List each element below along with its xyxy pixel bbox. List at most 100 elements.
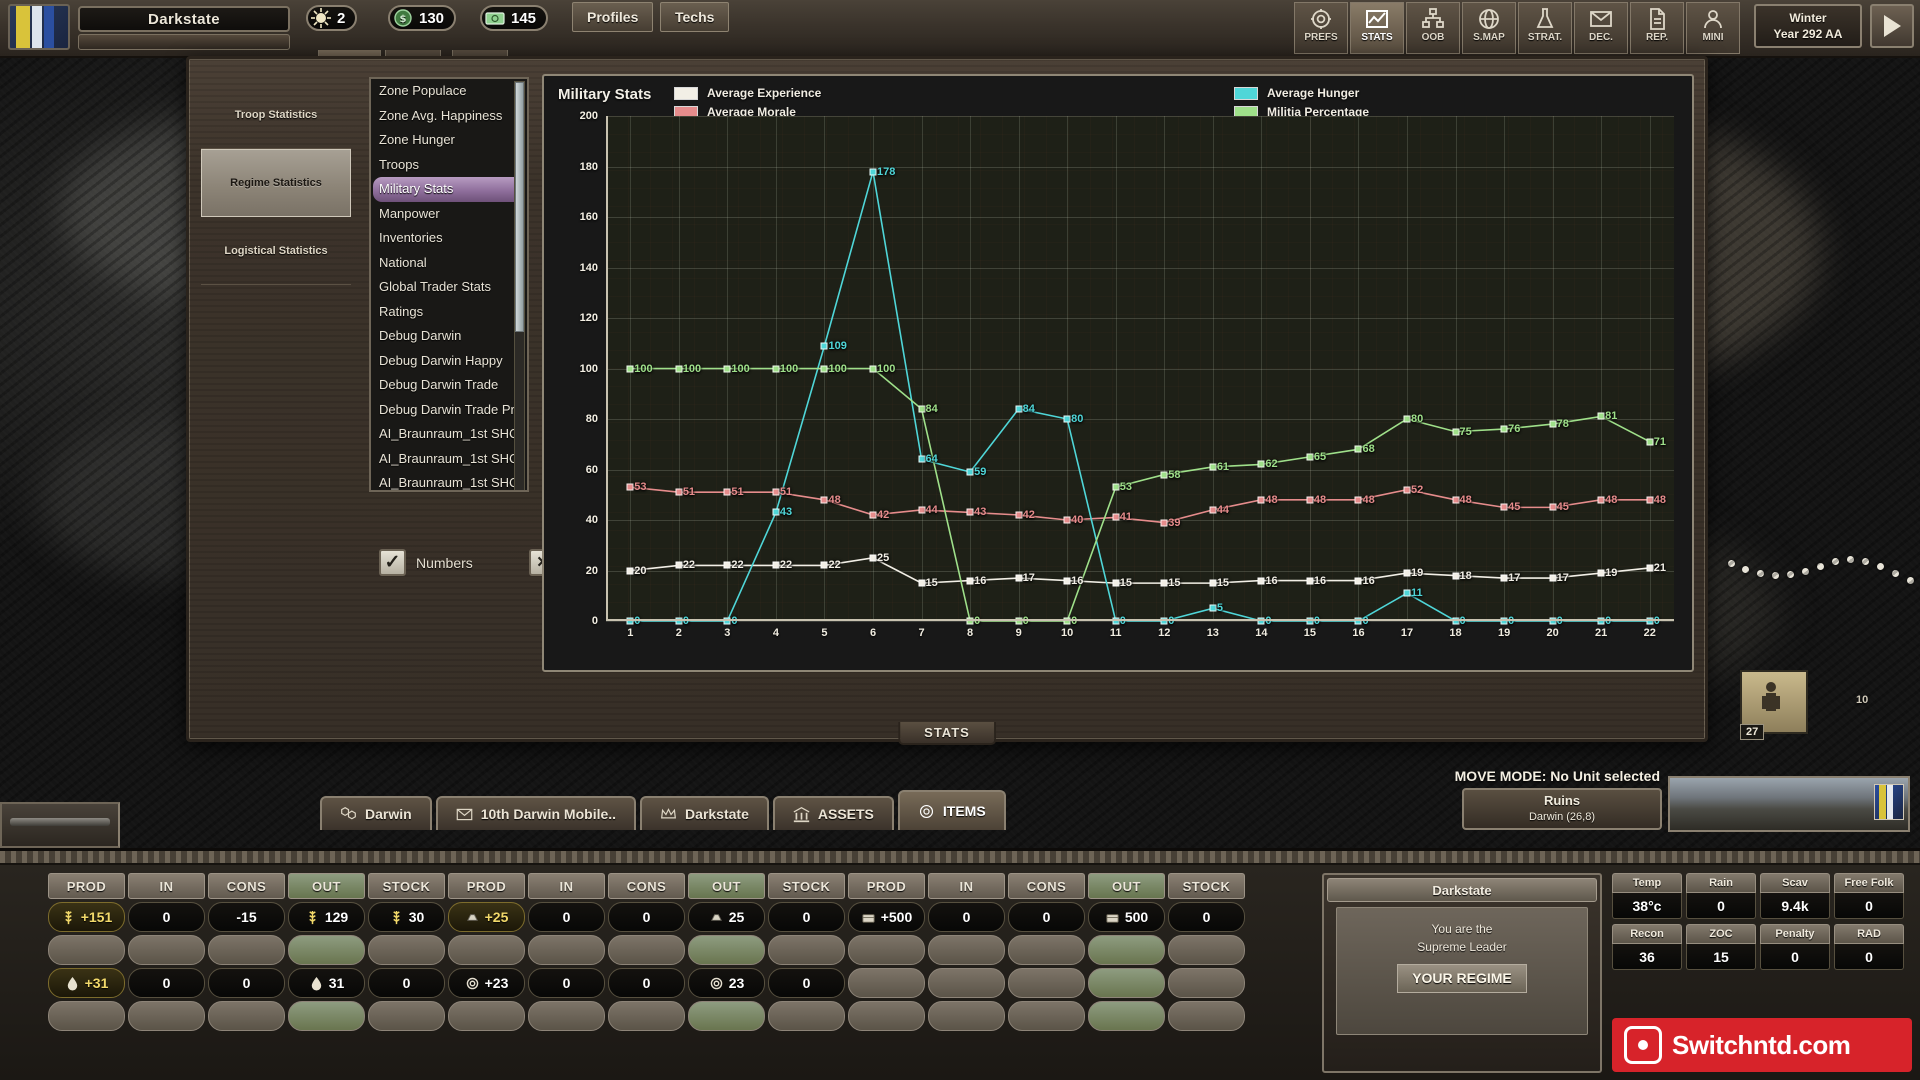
resource-money[interactable]: 145 bbox=[480, 5, 549, 31]
resource-cell[interactable] bbox=[48, 1001, 125, 1031]
resource-cell[interactable] bbox=[848, 935, 925, 965]
chart-panel[interactable]: Military Stats Average Experience Averag… bbox=[542, 74, 1694, 672]
resource-cell[interactable]: 129 bbox=[288, 902, 365, 932]
unit-tab-darwin[interactable]: Darwin bbox=[320, 796, 432, 830]
resource-cell[interactable]: 0 bbox=[608, 902, 685, 932]
menu-techs[interactable]: Techs bbox=[660, 2, 730, 32]
resource-cell[interactable]: 0 bbox=[528, 902, 605, 932]
category-regime-statistics[interactable]: Regime Statistics bbox=[201, 149, 351, 217]
env-zoc[interactable]: ZOC 15 bbox=[1686, 924, 1756, 970]
stat-item-debug-darwin-happy[interactable]: Debug Darwin Happy bbox=[371, 349, 527, 374]
resource-cell[interactable]: 0 bbox=[528, 968, 605, 998]
resource-cell[interactable] bbox=[1168, 968, 1245, 998]
resource-cell[interactable] bbox=[768, 935, 845, 965]
stat-item-zone-avg-happiness[interactable]: Zone Avg. Happiness bbox=[371, 104, 527, 129]
resource-cell[interactable] bbox=[128, 935, 205, 965]
resource-cell[interactable] bbox=[208, 935, 285, 965]
category-troop-statistics[interactable]: Troop Statistics bbox=[201, 81, 351, 149]
resource-cell[interactable]: +31 bbox=[48, 968, 125, 998]
resource-cell[interactable] bbox=[1168, 1001, 1245, 1031]
env-scav[interactable]: Scav 9.4k bbox=[1760, 873, 1830, 919]
option-numbers[interactable]: ✓ Numbers bbox=[379, 549, 473, 576]
stat-item-ai-braunraum-1[interactable]: AI_Braunraum_1st SHQ bbox=[371, 422, 527, 447]
toolbar-button-stats[interactable]: STATS bbox=[1350, 2, 1404, 54]
selected-tile-info[interactable]: Ruins Darwin (26,8) bbox=[1462, 788, 1662, 830]
resource-cell[interactable]: 0 bbox=[768, 968, 845, 998]
unit-tab-items[interactable]: ITEMS bbox=[897, 790, 1006, 830]
legend-item-average-hunger[interactable]: Average Hunger bbox=[1234, 85, 1369, 101]
resource-cell[interactable] bbox=[848, 1001, 925, 1031]
regime-info-panel[interactable]: Darkstate You are the Supreme Leader YOU… bbox=[1322, 873, 1602, 1073]
stat-list-scrollbar[interactable] bbox=[514, 81, 525, 490]
toolbar-button-smap[interactable]: S.MAP bbox=[1462, 2, 1516, 54]
stat-list-scroll-thumb[interactable] bbox=[515, 82, 524, 332]
resource-cell[interactable]: 0 bbox=[1168, 902, 1245, 932]
resource-cell[interactable]: 23 bbox=[688, 968, 765, 998]
resource-cell[interactable]: 500 bbox=[1088, 902, 1165, 932]
category-logistical-statistics[interactable]: Logistical Statistics bbox=[201, 217, 351, 285]
resource-cell[interactable]: +151 bbox=[48, 902, 125, 932]
stat-item-zone-populace[interactable]: Zone Populace bbox=[371, 79, 527, 104]
end-turn-button[interactable] bbox=[1870, 4, 1914, 48]
resource-cell[interactable] bbox=[608, 1001, 685, 1031]
stat-item-ai-braunraum-2[interactable]: AI_Braunraum_1st SHQ bbox=[371, 447, 527, 472]
regime-flag[interactable] bbox=[8, 4, 70, 50]
resource-cell[interactable] bbox=[688, 935, 765, 965]
stat-item-ratings[interactable]: Ratings bbox=[371, 300, 527, 325]
unit-tab-10th-darwin-mobile[interactable]: 10th Darwin Mobile.. bbox=[435, 796, 637, 830]
numbers-checkbox[interactable]: ✓ bbox=[379, 549, 406, 576]
resource-cell[interactable] bbox=[48, 935, 125, 965]
toolbar-button-strat[interactable]: STRAT. bbox=[1518, 2, 1572, 54]
resource-cell[interactable] bbox=[528, 935, 605, 965]
stat-item-ai-braunraum-3[interactable]: AI_Braunraum_1st SHQ bbox=[371, 471, 527, 490]
left-equipment-panel[interactable] bbox=[0, 802, 120, 848]
menu-profiles[interactable]: Profiles bbox=[572, 2, 654, 32]
stat-item-global-trader-stats[interactable]: Global Trader Stats bbox=[371, 275, 527, 300]
resource-cell[interactable] bbox=[368, 935, 445, 965]
stat-item-debug-darwin[interactable]: Debug Darwin bbox=[371, 324, 527, 349]
unit-tab-darkstate[interactable]: Darkstate bbox=[640, 796, 769, 830]
resource-cell[interactable]: 0 bbox=[928, 902, 1005, 932]
regime-name[interactable]: Darkstate bbox=[78, 6, 290, 32]
env-penalty[interactable]: Penalty 0 bbox=[1760, 924, 1830, 970]
stat-type-list[interactable]: Zone Populace Zone Avg. Happiness Zone H… bbox=[369, 77, 529, 492]
stat-item-manpower[interactable]: Manpower bbox=[371, 202, 527, 227]
toolbar-button-rep[interactable]: REP. bbox=[1630, 2, 1684, 54]
env-recon[interactable]: Recon 36 bbox=[1612, 924, 1682, 970]
resource-cell[interactable]: 0 bbox=[768, 902, 845, 932]
resource-credits[interactable]: $ 130 bbox=[388, 5, 457, 31]
resource-cell[interactable] bbox=[928, 935, 1005, 965]
resource-cell[interactable] bbox=[928, 1001, 1005, 1031]
stat-item-inventories[interactable]: Inventories bbox=[371, 226, 527, 251]
resource-cell[interactable] bbox=[368, 1001, 445, 1031]
resource-cell[interactable] bbox=[1008, 1001, 1085, 1031]
env-rad[interactable]: RAD 0 bbox=[1834, 924, 1904, 970]
resource-cell[interactable]: -15 bbox=[208, 902, 285, 932]
resource-cell[interactable]: 0 bbox=[128, 902, 205, 932]
resource-cell[interactable] bbox=[1088, 1001, 1165, 1031]
resource-cell[interactable]: +25 bbox=[448, 902, 525, 932]
resource-cell[interactable]: 0 bbox=[208, 968, 285, 998]
resource-cell[interactable] bbox=[448, 935, 525, 965]
stat-item-national[interactable]: National bbox=[371, 251, 527, 276]
resource-cell[interactable] bbox=[528, 1001, 605, 1031]
toolbar-button-oob[interactable]: OOB bbox=[1406, 2, 1460, 54]
stat-item-debug-darwin-trade-pr[interactable]: Debug Darwin Trade Pr bbox=[371, 398, 527, 423]
resource-cell[interactable]: +500 bbox=[848, 902, 925, 932]
resource-cell[interactable]: 0 bbox=[608, 968, 685, 998]
resource-cell[interactable] bbox=[768, 1001, 845, 1031]
stat-item-troops[interactable]: Troops bbox=[371, 153, 527, 178]
stat-item-debug-darwin-trade[interactable]: Debug Darwin Trade bbox=[371, 373, 527, 398]
resource-cell[interactable]: +23 bbox=[448, 968, 525, 998]
resource-cell[interactable]: 30 bbox=[368, 902, 445, 932]
resource-cell[interactable] bbox=[1008, 935, 1085, 965]
resource-cell[interactable] bbox=[208, 1001, 285, 1031]
resource-cell[interactable]: 25 bbox=[688, 902, 765, 932]
resource-cell[interactable] bbox=[448, 1001, 525, 1031]
resource-cell[interactable] bbox=[848, 968, 925, 998]
resource-political-points[interactable]: 2 bbox=[306, 5, 358, 31]
stat-item-military-stats[interactable]: Military Stats bbox=[373, 177, 525, 202]
resource-cell[interactable] bbox=[288, 935, 365, 965]
toolbar-button-dec[interactable]: DEC. bbox=[1574, 2, 1628, 54]
terrain-preview[interactable] bbox=[1668, 776, 1910, 832]
